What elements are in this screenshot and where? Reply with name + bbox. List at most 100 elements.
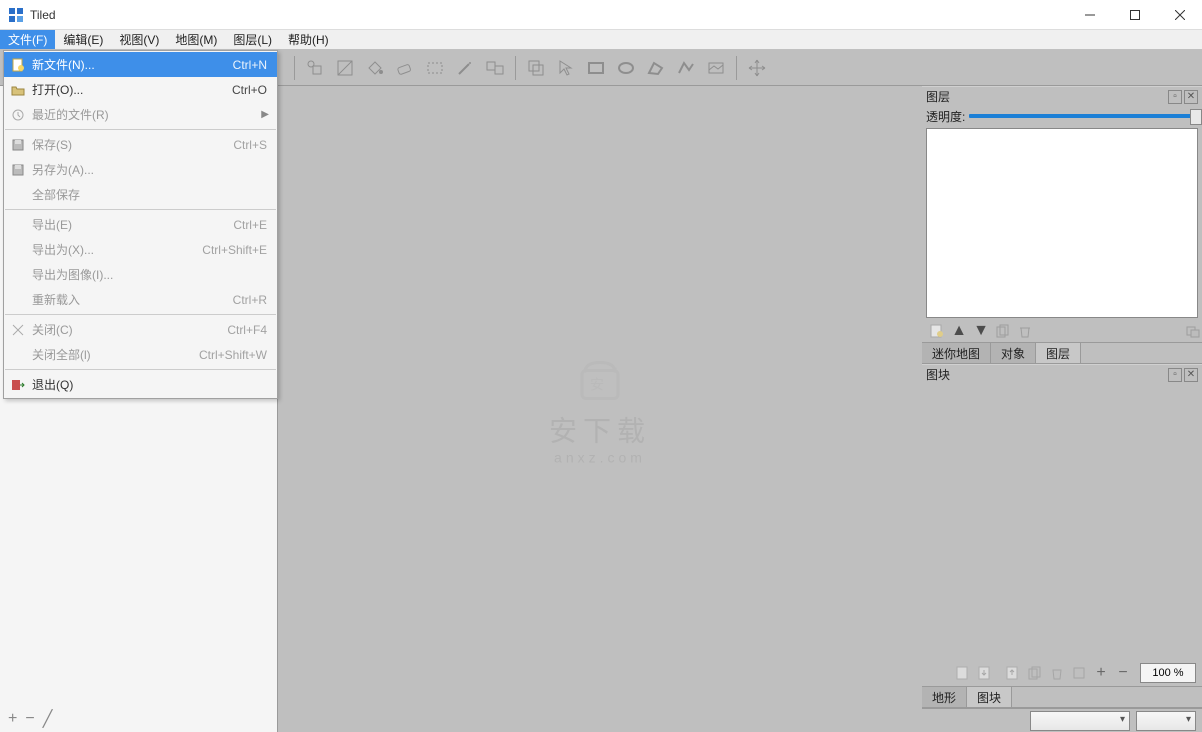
remove-property-icon[interactable]: − bbox=[25, 710, 34, 728]
menu-label: 保存(S) bbox=[32, 136, 233, 153]
layer-down-icon[interactable]: ▼ bbox=[972, 322, 990, 340]
delete-layer-icon[interactable] bbox=[1016, 322, 1034, 340]
export-tileset-icon[interactable] bbox=[1004, 664, 1022, 682]
menu-shortcut: Ctrl+N bbox=[233, 58, 267, 72]
menu-label: 导出为图像(I)... bbox=[32, 266, 267, 283]
new-tileset-icon[interactable] bbox=[954, 664, 972, 682]
import-tileset-icon[interactable] bbox=[976, 664, 994, 682]
edit-property-icon[interactable]: ╱ bbox=[43, 709, 53, 729]
tool-fill-icon[interactable] bbox=[361, 54, 389, 82]
menu-exit[interactable]: 退出(Q) bbox=[4, 372, 277, 397]
window-controls bbox=[1067, 0, 1202, 29]
menu-separator bbox=[5, 314, 276, 315]
menu-view[interactable]: 视图(V) bbox=[111, 30, 167, 49]
close-button[interactable] bbox=[1157, 0, 1202, 29]
panel-close-icon[interactable]: ✕ bbox=[1184, 90, 1198, 104]
menu-separator bbox=[5, 369, 276, 370]
tool-select-same-icon[interactable] bbox=[522, 54, 550, 82]
menu-open[interactable]: 打开(O)... Ctrl+O bbox=[4, 77, 277, 102]
menu-label: 全部保存 bbox=[32, 186, 267, 203]
tool-insert-ellipse-icon[interactable] bbox=[612, 54, 640, 82]
toggle-other-layers-icon[interactable] bbox=[1184, 322, 1202, 340]
status-combo-2[interactable] bbox=[1136, 711, 1196, 731]
app-title: Tiled bbox=[30, 8, 1067, 22]
file-menu-dropdown: 新文件(N)... Ctrl+N 打开(O)... Ctrl+O 最近的文件(R… bbox=[3, 50, 278, 399]
layers-panel-header: 图层 ▫ ✕ bbox=[922, 86, 1202, 106]
layer-up-icon[interactable]: ▲ bbox=[950, 322, 968, 340]
tool-insert-rectangle-icon[interactable] bbox=[582, 54, 610, 82]
right-panel: 图层 ▫ ✕ 透明度: ▲ ▼ 迷你地图 对象 图层 图块 ▫ ✕ bbox=[922, 86, 1202, 732]
tab-tileset[interactable]: 图块 bbox=[967, 687, 1012, 707]
tileset-properties-icon[interactable] bbox=[1026, 664, 1044, 682]
tab-minimap[interactable]: 迷你地图 bbox=[922, 343, 991, 363]
menu-label: 打开(O)... bbox=[32, 81, 232, 98]
tab-layers[interactable]: 图层 bbox=[1036, 343, 1081, 363]
tileset-body[interactable] bbox=[922, 384, 1202, 660]
opacity-row: 透明度: bbox=[922, 106, 1202, 126]
menu-recent-files[interactable]: 最近的文件(R) ▶ bbox=[4, 102, 277, 127]
toolbar-separator bbox=[294, 56, 295, 80]
tab-objects[interactable]: 对象 bbox=[991, 343, 1036, 363]
new-file-icon bbox=[8, 57, 28, 73]
panel-float-icon[interactable]: ▫ bbox=[1168, 90, 1182, 104]
opacity-slider[interactable] bbox=[969, 114, 1198, 118]
tool-select-object-icon[interactable] bbox=[552, 54, 580, 82]
tileset-panel-header: 图块 ▫ ✕ bbox=[922, 364, 1202, 384]
layer-list[interactable] bbox=[926, 128, 1198, 318]
menu-label: 退出(Q) bbox=[32, 376, 267, 393]
tool-insert-polyline-icon[interactable] bbox=[672, 54, 700, 82]
tool-insert-polygon-icon[interactable] bbox=[642, 54, 670, 82]
menu-separator bbox=[5, 129, 276, 130]
menu-export-as: 导出为(X)... Ctrl+Shift+E bbox=[4, 237, 277, 262]
panel-tabs-bottom: 地形 图块 bbox=[922, 686, 1202, 708]
save-as-icon bbox=[8, 162, 28, 178]
layer-tools: ▲ ▼ bbox=[922, 320, 1202, 342]
svg-text:安: 安 bbox=[590, 377, 610, 393]
panel-close-icon[interactable]: ✕ bbox=[1184, 368, 1198, 382]
title-bar: Tiled bbox=[0, 0, 1202, 30]
add-property-icon[interactable]: + bbox=[8, 710, 17, 728]
menu-edit[interactable]: 编辑(E) bbox=[55, 30, 111, 49]
menu-label: 重新载入 bbox=[32, 291, 233, 308]
maximize-button[interactable] bbox=[1112, 0, 1157, 29]
menu-help[interactable]: 帮助(H) bbox=[280, 30, 337, 49]
tool-insert-tile-icon[interactable] bbox=[702, 54, 730, 82]
menu-shortcut: Ctrl+S bbox=[233, 138, 267, 152]
map-canvas[interactable]: 安 安下载 anxz.com bbox=[278, 86, 922, 732]
menu-shortcut: Ctrl+Shift+W bbox=[199, 348, 267, 362]
tool-stamp-icon[interactable] bbox=[331, 54, 359, 82]
delete-tileset-icon[interactable] bbox=[1048, 664, 1066, 682]
menu-label: 关闭全部(l) bbox=[32, 346, 199, 363]
duplicate-layer-icon[interactable] bbox=[994, 322, 1012, 340]
tool-marquee-icon[interactable] bbox=[421, 54, 449, 82]
menu-new-file[interactable]: 新文件(N)... Ctrl+N bbox=[4, 52, 277, 77]
menu-save: 保存(S) Ctrl+S bbox=[4, 132, 277, 157]
open-icon bbox=[8, 82, 28, 98]
edit-tileset-icon[interactable] bbox=[1070, 664, 1088, 682]
panel-title: 图块 bbox=[926, 366, 950, 383]
status-bar bbox=[922, 708, 1202, 732]
menu-close-all: 关闭全部(l) Ctrl+Shift+W bbox=[4, 342, 277, 367]
add-tile-icon[interactable]: + bbox=[1092, 664, 1110, 682]
toolbar-separator bbox=[736, 56, 737, 80]
menu-shortcut: Ctrl+R bbox=[233, 293, 267, 307]
tool-eraser-icon[interactable] bbox=[391, 54, 419, 82]
menu-save-as: 另存为(A)... bbox=[4, 157, 277, 182]
menu-layer[interactable]: 图层(L) bbox=[225, 30, 280, 49]
tab-terrain[interactable]: 地形 bbox=[922, 687, 967, 707]
menu-file[interactable]: 文件(F) bbox=[0, 30, 55, 49]
remove-tile-icon[interactable]: − bbox=[1114, 664, 1132, 682]
menu-label: 新文件(N)... bbox=[32, 56, 233, 73]
minimize-button[interactable] bbox=[1067, 0, 1112, 29]
zoom-combo[interactable]: 100 % bbox=[1140, 663, 1196, 683]
menu-map[interactable]: 地图(M) bbox=[167, 30, 225, 49]
menu-export-image: 导出为图像(I)... bbox=[4, 262, 277, 287]
panel-float-icon[interactable]: ▫ bbox=[1168, 368, 1182, 382]
tool-move-icon[interactable] bbox=[743, 54, 771, 82]
tool-picker-icon[interactable] bbox=[481, 54, 509, 82]
tool-wand-icon[interactable] bbox=[451, 54, 479, 82]
tool-random-icon[interactable] bbox=[301, 54, 329, 82]
menu-shortcut: Ctrl+E bbox=[233, 218, 267, 232]
new-layer-icon[interactable] bbox=[928, 322, 946, 340]
status-combo-1[interactable] bbox=[1030, 711, 1130, 731]
